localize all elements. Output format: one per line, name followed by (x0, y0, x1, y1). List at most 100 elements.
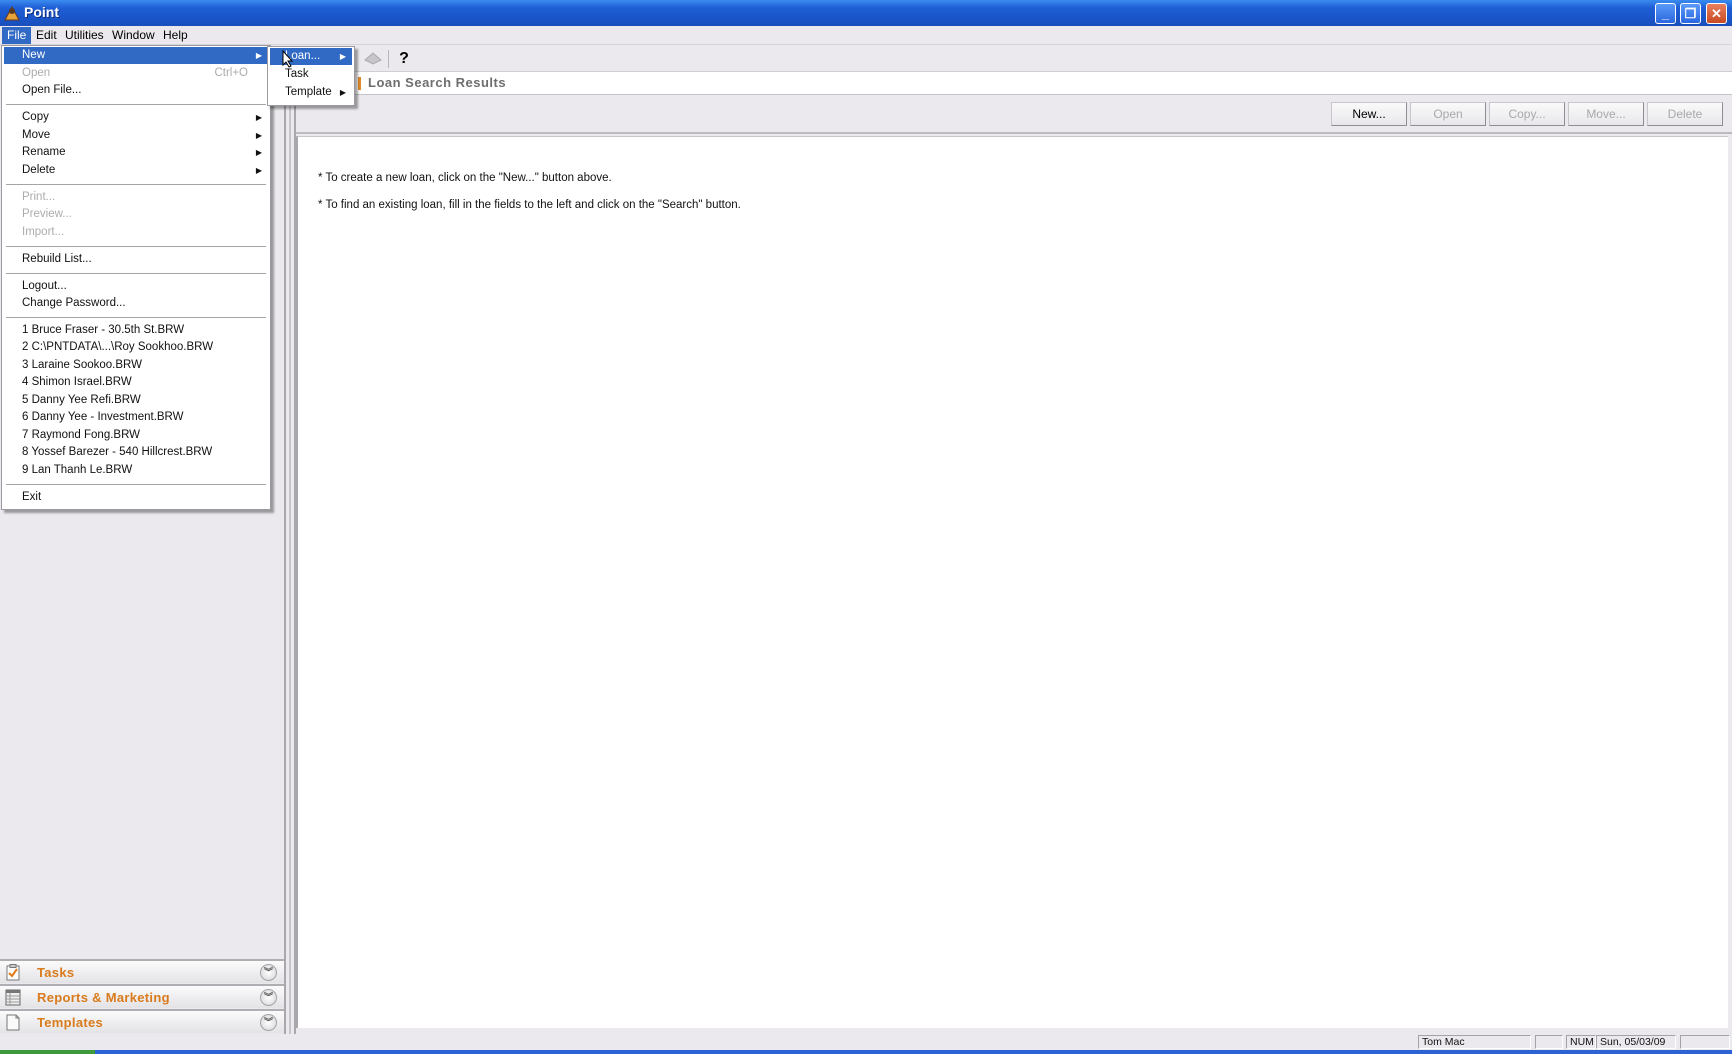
menu-separator (6, 273, 266, 275)
menu-item-move[interactable]: Move ▶ (4, 127, 268, 144)
recent-file-item[interactable]: 2 C:\PNTDATA\...\Roy Sookhoo.BRW (4, 339, 268, 356)
nav-section-tasks[interactable]: Tasks ︾ (0, 959, 284, 983)
toolbar-separator (388, 50, 389, 68)
menu-separator (6, 246, 266, 248)
help-icon[interactable]: ? (393, 49, 415, 69)
os-taskbar (0, 1050, 1732, 1054)
menu-item-label: Open (22, 67, 51, 79)
menu-item-copy[interactable]: Copy ▶ (4, 109, 268, 126)
recent-file-item[interactable]: 7 Raymond Fong.BRW (4, 427, 268, 444)
action-bar: New... Open Copy... Move... Delete (296, 96, 1732, 134)
nav-section-templates[interactable]: Templates ︾ (0, 1009, 284, 1033)
open-button[interactable]: Open (1410, 102, 1486, 126)
menu-file[interactable]: File (2, 27, 32, 44)
menu-edit[interactable]: Edit (31, 27, 62, 44)
menu-separator (6, 484, 266, 486)
status-bar: Tom Mac NUM Sun, 05/03/09 (0, 1034, 1732, 1050)
menu-window[interactable]: Window (107, 27, 160, 44)
submenu-arrow-icon: ▶ (339, 52, 346, 61)
menu-item-print[interactable]: Print... (4, 189, 268, 206)
move-button[interactable]: Move... (1568, 102, 1644, 126)
delete-button[interactable]: Delete (1647, 102, 1723, 126)
menu-item-label: Copy (22, 111, 49, 123)
menu-item-exit[interactable]: Exit (4, 489, 268, 506)
results-panel: * To create a new loan, click on the "Ne… (296, 136, 1728, 1028)
menu-item-new[interactable]: New ▶ (4, 47, 268, 64)
submenu-arrow-icon: ▶ (255, 51, 262, 60)
restore-button[interactable]: ❐ (1680, 3, 1701, 24)
clipboard-check-icon (6, 964, 20, 981)
menu-item-import[interactable]: Import... (4, 224, 268, 241)
shortcut-label: Ctrl+O (214, 67, 248, 79)
submenu-arrow-icon: ▶ (255, 166, 262, 175)
nav-section-label: Templates (37, 1015, 104, 1030)
instruction-text: * To create a new loan, click on the "Ne… (318, 172, 612, 184)
minimize-icon: _ (1661, 6, 1670, 21)
menu-separator (6, 184, 266, 186)
document-icon (6, 1014, 20, 1031)
close-button[interactable]: ✕ (1706, 3, 1727, 24)
menu-bar: File Edit Utilities Window Help (0, 26, 1732, 45)
submenu-item-template[interactable]: Template ▶ (270, 84, 352, 101)
menu-separator (6, 104, 266, 106)
submenu-arrow-icon: ▶ (255, 131, 262, 140)
menu-utilities[interactable]: Utilities (60, 27, 109, 44)
heading-accent-bar (358, 77, 361, 90)
recent-file-item[interactable]: 9 Lan Thanh Le.BRW (4, 462, 268, 479)
submenu-arrow-icon: ▶ (255, 148, 262, 157)
file-menu: New ▶ Open Ctrl+O Open File... Copy ▶ Move ▶… (1, 45, 271, 510)
recent-file-item[interactable]: 1 Bruce Fraser - 30.5th St.BRW (4, 322, 268, 339)
menu-item-open-file[interactable]: Open File... (4, 82, 268, 99)
recent-file-item[interactable]: 8 Yossef Barezer - 540 Hillcrest.BRW (4, 444, 268, 461)
nav-section-label: Reports & Marketing (37, 990, 170, 1005)
title-bar: Point _ ❐ ✕ (0, 0, 1732, 26)
close-icon: ✕ (1711, 6, 1722, 21)
restore-icon: ❐ (1684, 6, 1697, 21)
menu-item-rename[interactable]: Rename ▶ (4, 144, 268, 161)
status-empty-cell (1535, 1035, 1563, 1049)
submenu-item-task[interactable]: Task (270, 66, 352, 83)
mouse-cursor-icon (282, 50, 294, 68)
minimize-button[interactable]: _ (1655, 3, 1676, 24)
app-logo-icon (4, 5, 20, 21)
menu-item-logout[interactable]: Logout... (4, 278, 268, 295)
page-title: Loan Search Results (368, 75, 507, 90)
copy-button[interactable]: Copy... (1489, 102, 1565, 126)
menu-item-rebuild-list[interactable]: Rebuild List... (4, 251, 268, 268)
new-button[interactable]: New... (1331, 102, 1407, 126)
nav-section-reports-marketing[interactable]: Reports & Marketing ︾ (0, 984, 284, 1008)
menu-item-delete[interactable]: Delete ▶ (4, 162, 268, 179)
recent-file-item[interactable]: 6 Danny Yee - Investment.BRW (4, 409, 268, 426)
start-button[interactable] (0, 1050, 95, 1054)
table-report-icon (5, 989, 21, 1006)
status-user: Tom Mac (1418, 1035, 1531, 1049)
submenu-arrow-icon: ▶ (339, 88, 346, 97)
menu-item-label: New (22, 49, 46, 61)
instruction-text: * To find an existing loan, fill in the … (318, 199, 741, 211)
status-num: NUM (1566, 1035, 1596, 1049)
menu-item-open[interactable]: Open Ctrl+O (4, 65, 268, 82)
menu-item-change-password[interactable]: Change Password... (4, 295, 268, 312)
recent-file-item[interactable]: 5 Danny Yee Refi.BRW (4, 392, 268, 409)
recent-file-item[interactable]: 4 Shimon Israel.BRW (4, 374, 268, 391)
panel-splitter[interactable] (284, 46, 296, 1034)
submenu-arrow-icon: ▶ (255, 113, 262, 122)
status-date: Sun, 05/03/09 (1596, 1035, 1676, 1049)
new-submenu: Loan... ▶ Task Template ▶ (267, 46, 355, 106)
nav-section-label: Tasks (37, 965, 75, 980)
toolbar: ? (296, 46, 1732, 72)
menu-item-label: Template (285, 86, 332, 98)
menu-item-label: Rename (22, 146, 66, 158)
expand-chevron-icon[interactable]: ︾ (260, 989, 277, 1006)
recent-file-item[interactable]: 3 Laraine Sookoo.BRW (4, 357, 268, 374)
menu-help[interactable]: Help (158, 27, 193, 44)
menu-item-preview[interactable]: Preview... (4, 206, 268, 223)
results-heading: Loan Search Results (296, 72, 1732, 95)
back-diamond-icon[interactable] (362, 50, 384, 70)
window-title: Point (24, 4, 59, 20)
menu-item-label: Move (22, 129, 51, 141)
expand-chevron-icon[interactable]: ︾ (260, 1014, 277, 1031)
menu-separator (6, 317, 266, 319)
status-empty-cell (1680, 1035, 1730, 1049)
expand-chevron-icon[interactable]: ︾ (260, 964, 277, 981)
